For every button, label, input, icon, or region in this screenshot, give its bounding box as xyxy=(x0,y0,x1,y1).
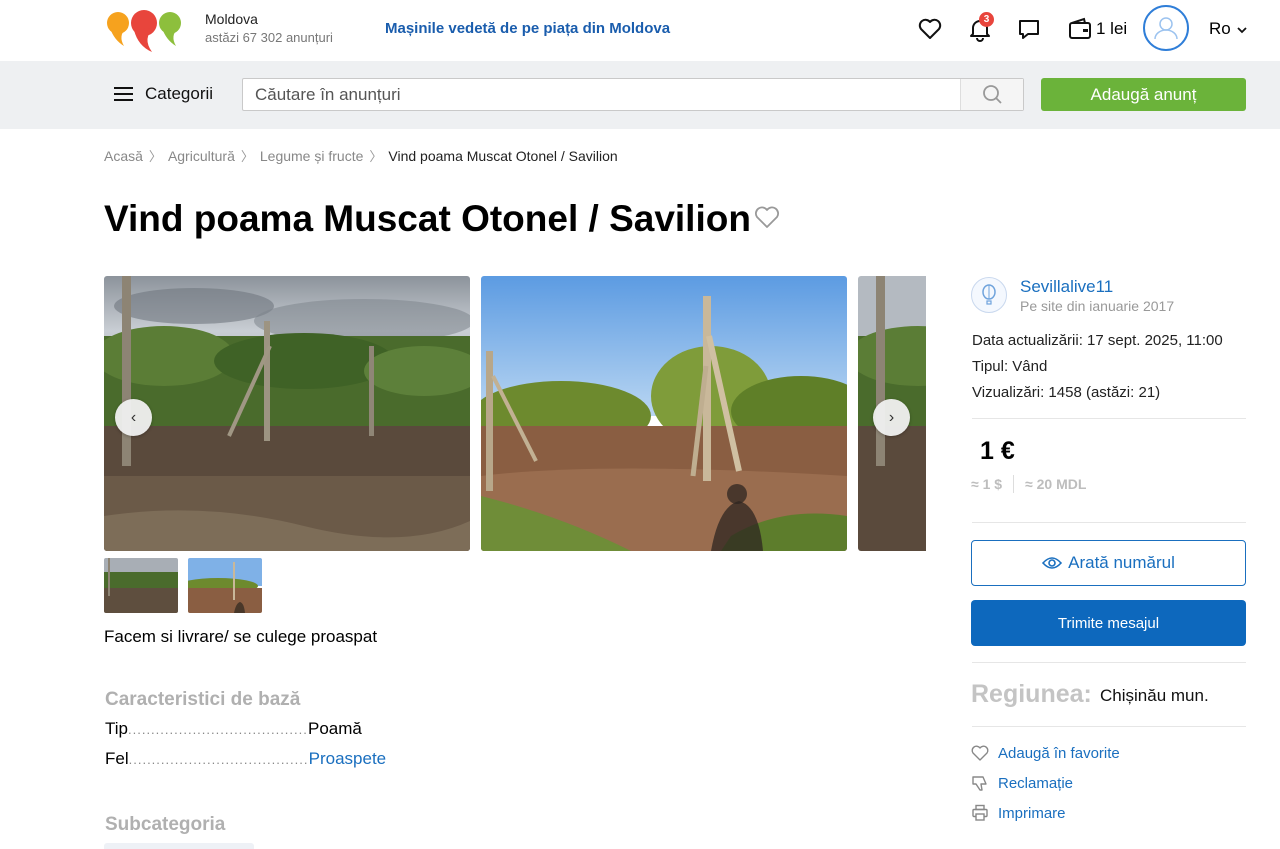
search-button[interactable] xyxy=(960,79,1023,110)
thumbs-down-icon xyxy=(972,776,987,791)
update-date: Data actualizării: 17 sept. 2025, 11:00 xyxy=(972,332,1223,349)
add-listing-button[interactable]: Adaugă anunț xyxy=(1041,78,1246,111)
characteristic-key: Tip xyxy=(105,719,128,738)
complaint-link[interactable]: Reclamație xyxy=(971,774,1073,792)
gallery-photo[interactable] xyxy=(104,276,470,551)
price-usd: ≈ 1 $ xyxy=(971,476,1003,492)
chevron-right-icon: 〉 xyxy=(148,149,162,164)
language-label: Ro xyxy=(1209,19,1231,38)
site-logo[interactable] xyxy=(106,6,184,54)
categories-label: Categorii xyxy=(145,84,214,103)
gallery-photo[interactable] xyxy=(481,276,847,551)
divider xyxy=(972,662,1246,663)
search-input[interactable] xyxy=(255,84,955,106)
region-selector[interactable]: Moldova astăzi 67 302 anunțuri xyxy=(205,11,333,45)
breadcrumb-current: Vind poama Muscat Otonel / Savilion xyxy=(388,147,618,164)
view-count: Vizualizări: 1458 (astăzi: 21) xyxy=(972,384,1161,401)
top-header: Moldova astăzi 67 302 anunțuri Mașinile … xyxy=(0,0,1280,61)
balloon-icon xyxy=(982,284,996,305)
price-conversions: ≈ 1 $ ≈ 20 MDL xyxy=(971,475,1086,493)
breadcrumb-home[interactable]: Acasă xyxy=(104,148,143,164)
show-number-label: Arată numărul xyxy=(1068,553,1175,572)
language-selector[interactable]: Ro xyxy=(1209,19,1248,39)
heart-icon[interactable] xyxy=(917,16,943,42)
show-number-button[interactable]: Arată numărul xyxy=(971,540,1246,586)
complaint-label: Reclamație xyxy=(998,774,1074,792)
gallery-thumbnail[interactable] xyxy=(104,558,178,613)
divider xyxy=(972,726,1246,727)
add-favorite-label: Adaugă în favorite xyxy=(998,744,1120,762)
region-label: Regiunea: xyxy=(971,680,1092,708)
characteristic-key: Fel xyxy=(105,749,129,768)
seller-avatar[interactable] xyxy=(971,277,1007,313)
add-favorite-link[interactable]: Adaugă în favorite xyxy=(971,744,1120,762)
characteristic-value: Poamă xyxy=(308,719,362,738)
vineyard-cloudy-photo xyxy=(104,276,470,551)
characteristic-row: Fel ....................................… xyxy=(105,749,405,769)
heart-icon xyxy=(971,745,989,761)
chevron-down-icon xyxy=(1237,27,1248,34)
seller-name-link[interactable]: Sevillalive11 xyxy=(1020,277,1113,297)
divider xyxy=(1013,475,1015,493)
chevron-left-icon: ‹ xyxy=(130,408,137,426)
printer-icon xyxy=(972,804,988,821)
characteristic-row: Tip ....................................… xyxy=(105,719,405,739)
menu-icon xyxy=(114,87,133,101)
chevron-right-icon: 〉 xyxy=(240,149,254,164)
avatar-icon xyxy=(1154,17,1178,40)
gallery-next-button[interactable]: › xyxy=(873,399,910,436)
promo-link[interactable]: Mașinile vedetă de pe piața din Moldova xyxy=(385,20,670,37)
price-main: 1 € xyxy=(980,437,1015,465)
breadcrumb-agriculture[interactable]: Agricultură xyxy=(168,148,235,164)
search-bar: Categorii Adaugă anunț xyxy=(0,61,1280,129)
subcategory-heading: Subcategoria xyxy=(105,814,226,835)
wallet-icon[interactable] xyxy=(1067,16,1093,42)
print-label: Imprimare xyxy=(998,804,1066,822)
notifications-badge: 3 xyxy=(979,12,994,27)
page-title: Vind poama Muscat Otonel / Savilion xyxy=(104,198,751,239)
region-count: astăzi 67 302 anunțuri xyxy=(205,30,333,45)
send-message-button[interactable]: Trimite mesajul xyxy=(971,600,1246,646)
photo-gallery xyxy=(104,276,926,551)
categories-button[interactable]: Categorii xyxy=(114,84,213,104)
vineyard-blue-sky-thumb xyxy=(188,558,262,613)
gallery-prev-button[interactable]: ‹ xyxy=(115,399,152,436)
search-box xyxy=(242,78,1024,111)
seller-since: Pe site din ianuarie 2017 xyxy=(1020,298,1175,314)
characteristics-heading: Caracteristici de bază xyxy=(105,689,301,710)
region-name: Moldova xyxy=(205,11,258,27)
avatar[interactable] xyxy=(1143,5,1189,51)
price-mdl: ≈ 20 MDL xyxy=(1025,476,1087,492)
vineyard-blue-sky-photo xyxy=(481,276,847,551)
eye-icon xyxy=(1042,557,1063,569)
dot-leader: ........................................… xyxy=(128,722,308,737)
chat-icon[interactable] xyxy=(1016,16,1042,42)
search-icon xyxy=(983,85,1002,104)
chevron-right-icon: 〉 xyxy=(369,149,383,164)
gallery-thumbnail[interactable] xyxy=(188,558,262,613)
listing-description: Facem si livrare/ se culege proaspat xyxy=(104,627,378,646)
wallet-balance[interactable]: 1 lei xyxy=(1096,19,1127,39)
breadcrumb: Acasă 〉 Agricultură 〉 Legume și fructe 〉… xyxy=(104,146,618,165)
characteristic-value-link[interactable]: Proaspete xyxy=(309,749,387,769)
listing-type: Tipul: Vând xyxy=(972,358,1048,375)
subcategory-chip[interactable] xyxy=(104,843,254,849)
favorite-heart-icon[interactable] xyxy=(753,204,781,230)
chevron-right-icon: › xyxy=(888,408,895,426)
region-value: Chișinău mun. xyxy=(1100,686,1209,705)
divider xyxy=(972,522,1246,523)
print-link[interactable]: Imprimare xyxy=(971,804,1066,822)
divider xyxy=(972,418,1246,419)
vineyard-cloudy-thumb xyxy=(104,558,178,613)
breadcrumb-vegetables-fruits[interactable]: Legume și fructe xyxy=(260,148,364,164)
dot-leader: ........................................… xyxy=(128,752,309,767)
